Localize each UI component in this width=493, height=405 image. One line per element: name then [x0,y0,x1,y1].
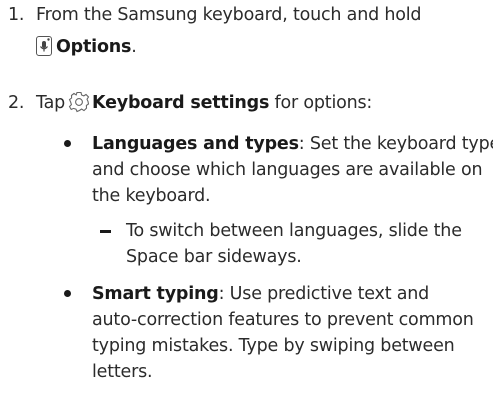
sub-option-text-cont: Space bar sideways. [126,247,302,267]
option-text-cont: the keyboard. [92,186,211,206]
instructions: 1. From the Samsung keyboard, touch and … [0,0,493,405]
option-text-cont: and choose which languages are available… [92,160,483,180]
option-text: Smart typing: Use predictive text and [92,284,430,304]
options-label: Options [56,37,132,57]
step-text: Tap Keyboard settings for options: [36,91,372,120]
option-text: Languages and types: Set the keyboard ty… [92,134,493,154]
option-text-cont: auto-correction features to prevent comm… [92,310,474,330]
gear-icon [68,91,90,120]
bullet [64,290,71,297]
option-text-cont: typing mistakes. Type by swiping between [92,336,455,356]
keyboard-settings-label: Keyboard settings [92,93,270,113]
option-title: Languages and types [92,134,299,154]
dash-bullet [100,230,111,233]
bullet [64,140,71,147]
step-number: 2. [8,93,25,113]
option-title: Smart typing [92,284,219,304]
mic-key-icon [36,36,52,56]
step-text: From the Samsung keyboard, touch and hol… [36,5,422,25]
sub-option-text: To switch between languages, slide the [126,221,462,241]
step-number: 1. [8,5,25,25]
option-text-cont: letters. [92,362,153,382]
step-text-cont: Options. [36,35,137,59]
